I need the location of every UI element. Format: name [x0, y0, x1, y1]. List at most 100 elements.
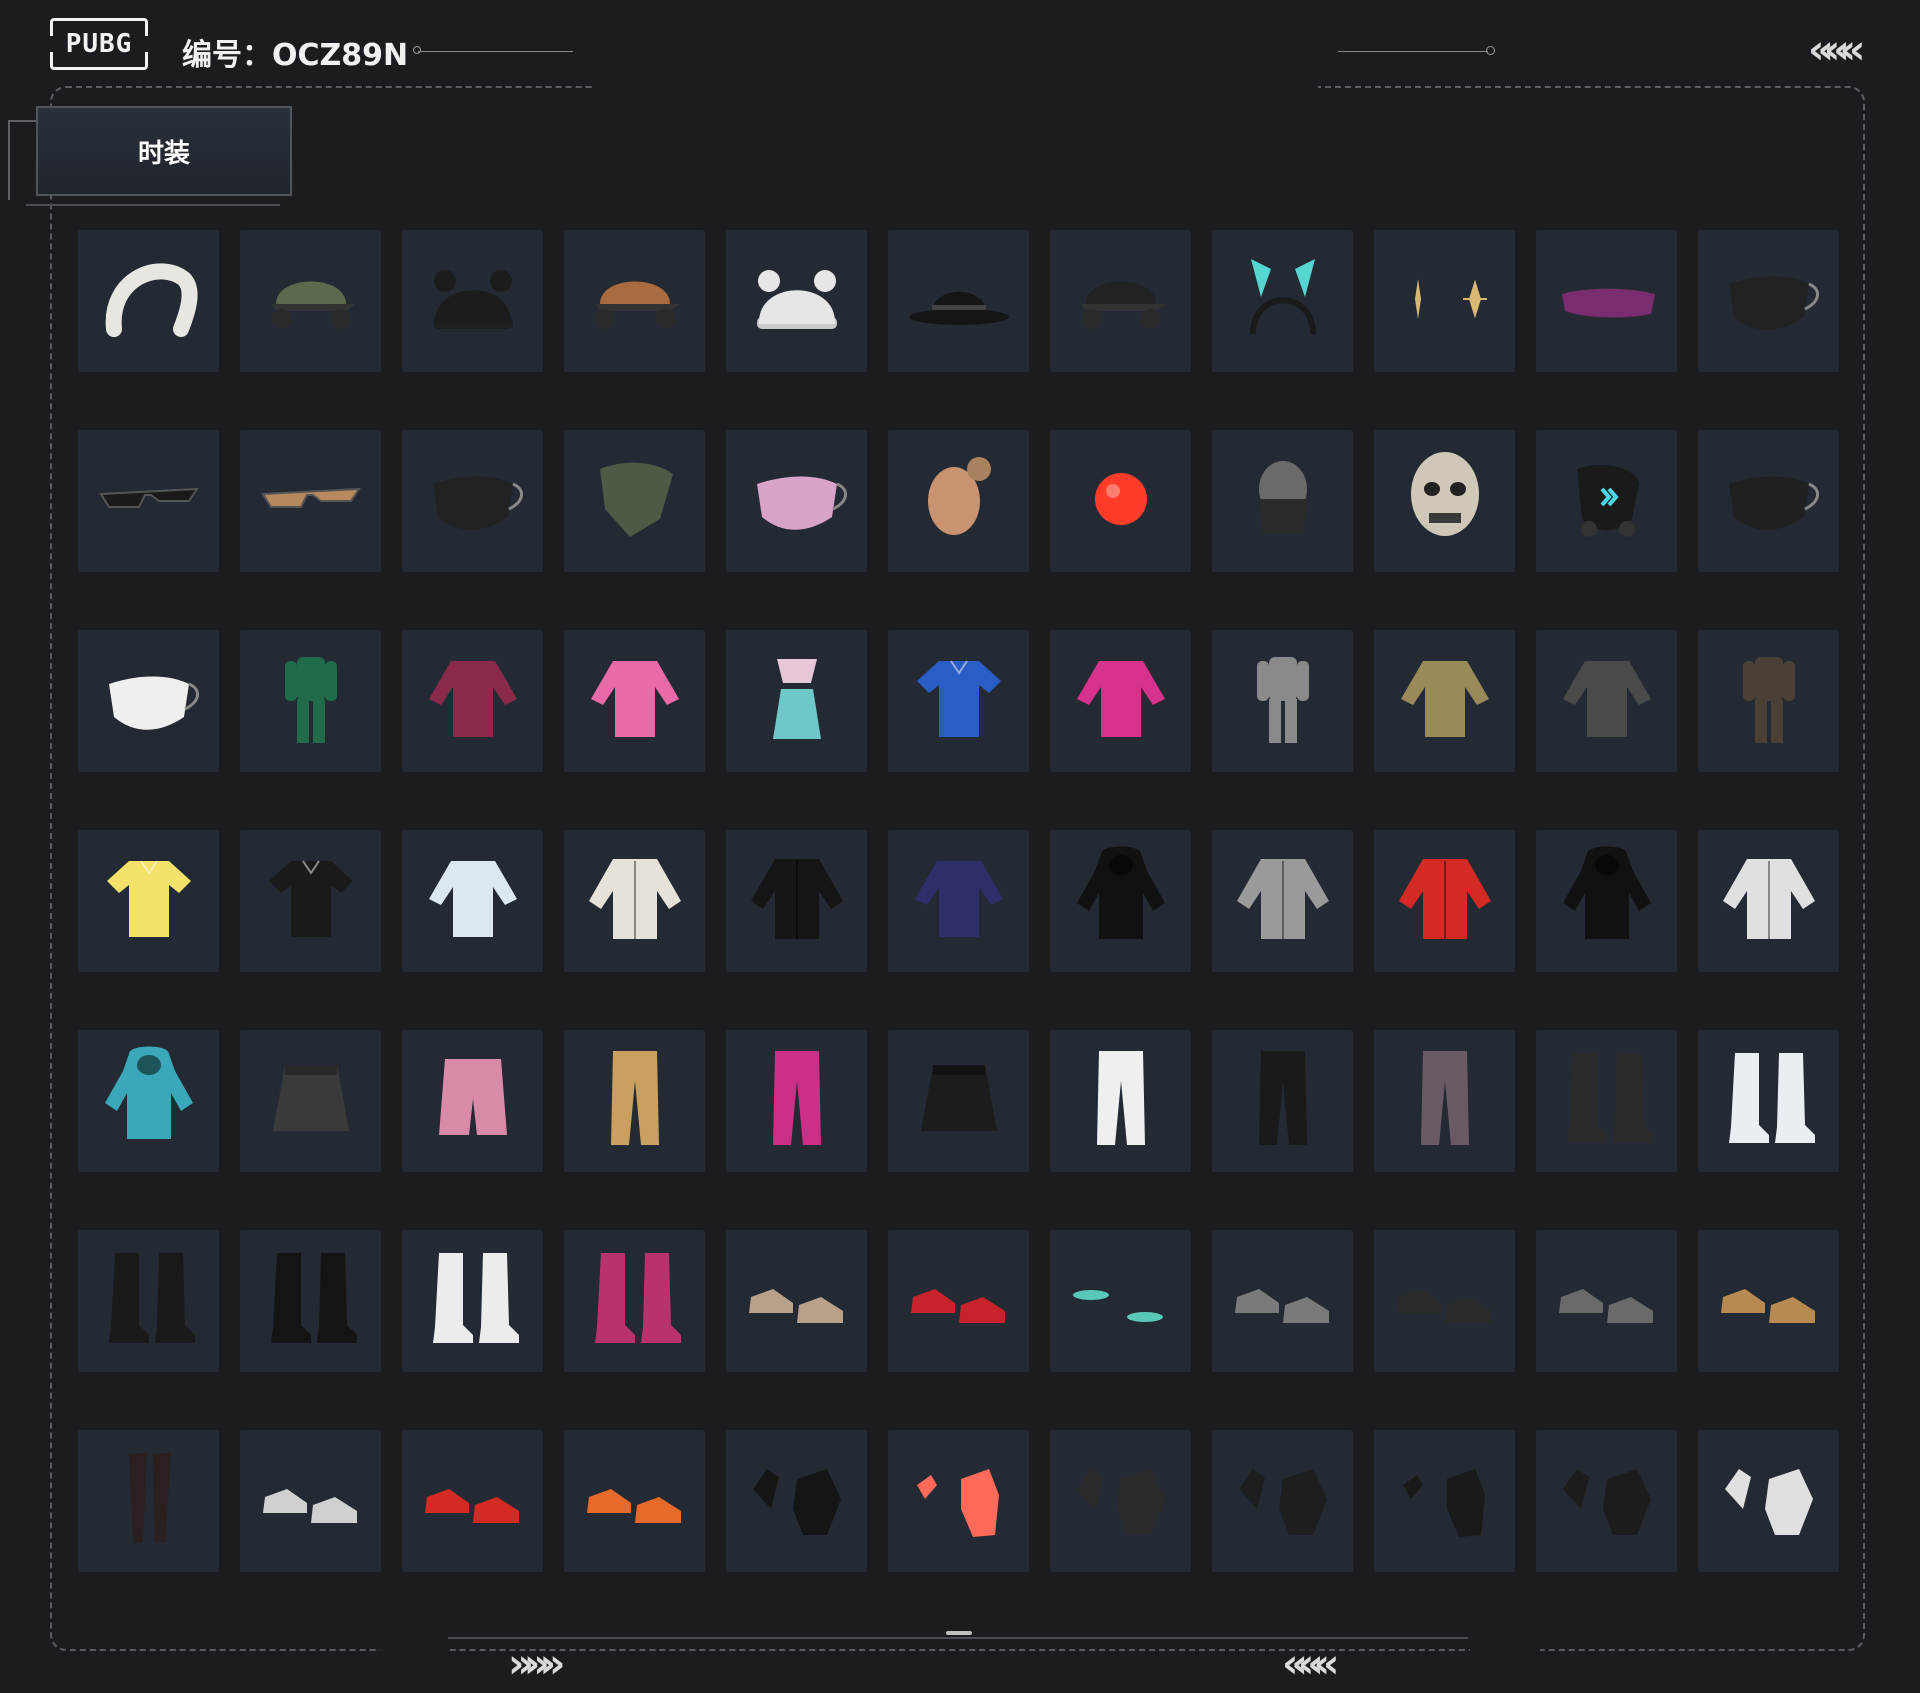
- item-slot[interactable]: [888, 1230, 1029, 1372]
- item-slot[interactable]: [564, 1430, 705, 1572]
- tab-bar: 时装: [8, 100, 296, 210]
- jacket-icon: [575, 839, 695, 963]
- item-slot[interactable]: [726, 830, 867, 972]
- item-slot[interactable]: [1698, 630, 1839, 772]
- item-slot[interactable]: [1212, 1430, 1353, 1572]
- item-slot[interactable]: [1050, 830, 1191, 972]
- tab-fashion[interactable]: 时装: [36, 106, 292, 196]
- item-slot[interactable]: [1536, 1430, 1677, 1572]
- item-slot[interactable]: [240, 630, 381, 772]
- item-slot[interactable]: [240, 430, 381, 572]
- item-slot[interactable]: [240, 1430, 381, 1572]
- item-slot[interactable]: [1050, 1230, 1191, 1372]
- item-slot[interactable]: [564, 230, 705, 372]
- scroll-indicator[interactable]: [946, 1631, 972, 1635]
- boots-icon: [575, 1239, 695, 1363]
- item-slot[interactable]: [1698, 1430, 1839, 1572]
- headband-icon: [89, 239, 209, 363]
- item-slot[interactable]: [402, 830, 543, 972]
- pants-icon: [1223, 1039, 1343, 1163]
- item-slot[interactable]: [1374, 1430, 1515, 1572]
- item-slot[interactable]: [1536, 1030, 1677, 1172]
- item-slot[interactable]: [726, 630, 867, 772]
- nose-icon: [1061, 439, 1181, 563]
- item-slot[interactable]: [888, 230, 1029, 372]
- item-slot[interactable]: [1698, 1030, 1839, 1172]
- item-slot[interactable]: [1698, 430, 1839, 572]
- item-slot[interactable]: [1698, 1230, 1839, 1372]
- item-slot[interactable]: [1050, 430, 1191, 572]
- item-slot[interactable]: [564, 430, 705, 572]
- shoes-icon: [1709, 1239, 1829, 1363]
- skirt-icon: [251, 1039, 371, 1163]
- item-slot[interactable]: [402, 1230, 543, 1372]
- item-slot[interactable]: [1212, 830, 1353, 972]
- item-slot[interactable]: [1536, 1230, 1677, 1372]
- item-slot[interactable]: [726, 1230, 867, 1372]
- shirt-icon: [251, 839, 371, 963]
- item-slot[interactable]: [78, 1030, 219, 1172]
- boots-icon: [413, 1239, 533, 1363]
- pubg-logo: PUBG: [47, 18, 151, 70]
- item-slot[interactable]: [1050, 1430, 1191, 1572]
- pants-icon: [1385, 1039, 1505, 1163]
- item-slot[interactable]: [240, 230, 381, 372]
- item-slot[interactable]: [1698, 230, 1839, 372]
- item-slot[interactable]: [888, 630, 1029, 772]
- item-slot[interactable]: [78, 1430, 219, 1572]
- item-slot[interactable]: [888, 830, 1029, 972]
- frame-gap: [1470, 1645, 1540, 1657]
- shirt-icon: [899, 639, 1019, 763]
- item-slot[interactable]: [726, 1430, 867, 1572]
- item-slot[interactable]: [402, 430, 543, 572]
- shoes-icon: [737, 1239, 857, 1363]
- item-slot[interactable]: [1212, 1030, 1353, 1172]
- item-slot[interactable]: [1050, 1030, 1191, 1172]
- item-slot[interactable]: [1536, 230, 1677, 372]
- item-slot[interactable]: [78, 430, 219, 572]
- item-slot[interactable]: [564, 1030, 705, 1172]
- hat-icon: [899, 239, 1019, 363]
- item-slot[interactable]: [78, 830, 219, 972]
- gloves-icon: [737, 1439, 857, 1563]
- hood-icon: [89, 1039, 209, 1163]
- item-slot[interactable]: [1212, 630, 1353, 772]
- item-slot[interactable]: [1212, 230, 1353, 372]
- item-slot[interactable]: [1536, 430, 1677, 572]
- item-slot[interactable]: [402, 230, 543, 372]
- item-slot[interactable]: [1536, 630, 1677, 772]
- item-slot[interactable]: [888, 1430, 1029, 1572]
- item-slot[interactable]: [1374, 1230, 1515, 1372]
- item-slot[interactable]: [78, 230, 219, 372]
- item-slot[interactable]: [1050, 630, 1191, 772]
- item-slot[interactable]: [240, 1230, 381, 1372]
- item-slot[interactable]: [402, 630, 543, 772]
- item-slot[interactable]: [564, 830, 705, 972]
- item-slot[interactable]: [1374, 630, 1515, 772]
- mask-icon: [413, 439, 533, 563]
- item-slot[interactable]: [1050, 230, 1191, 372]
- item-slot[interactable]: [1374, 230, 1515, 372]
- item-slot[interactable]: [1374, 430, 1515, 572]
- item-slot[interactable]: [240, 1030, 381, 1172]
- item-slot[interactable]: [564, 630, 705, 772]
- hand-icon: [1385, 1439, 1505, 1563]
- item-slot[interactable]: [1212, 1230, 1353, 1372]
- balaclava-icon: [1223, 439, 1343, 563]
- item-slot[interactable]: [1698, 830, 1839, 972]
- item-slot[interactable]: [1374, 830, 1515, 972]
- item-slot[interactable]: [240, 830, 381, 972]
- item-slot[interactable]: [1374, 1030, 1515, 1172]
- item-slot[interactable]: [726, 230, 867, 372]
- item-slot[interactable]: [402, 1430, 543, 1572]
- item-slot[interactable]: [78, 1230, 219, 1372]
- item-slot[interactable]: [888, 430, 1029, 572]
- item-slot[interactable]: [888, 1030, 1029, 1172]
- item-slot[interactable]: [78, 630, 219, 772]
- item-slot[interactable]: [1212, 430, 1353, 572]
- item-slot[interactable]: [402, 1030, 543, 1172]
- item-slot[interactable]: [564, 1230, 705, 1372]
- item-slot[interactable]: [726, 1030, 867, 1172]
- item-slot[interactable]: [1536, 830, 1677, 972]
- item-slot[interactable]: [726, 430, 867, 572]
